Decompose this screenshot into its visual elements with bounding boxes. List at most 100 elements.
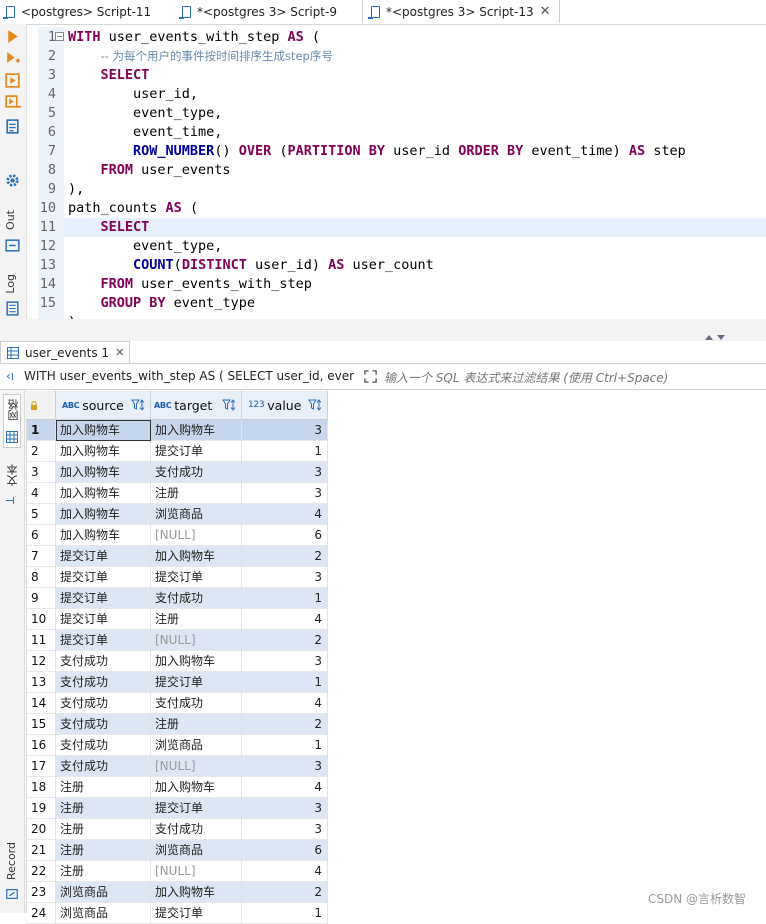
close-tab-icon[interactable]: ✕	[540, 4, 551, 19]
target-cell[interactable]: 注册	[151, 483, 242, 504]
target-cell[interactable]: 浏览商品	[151, 504, 242, 525]
target-cell[interactable]: 支付成功	[151, 588, 242, 609]
row-number-cell[interactable]: 22	[26, 861, 56, 882]
column-filter-sort-icon[interactable]	[131, 398, 145, 412]
value-cell[interactable]: 1	[242, 588, 328, 609]
row-number-cell[interactable]: 10	[26, 609, 56, 630]
source-cell[interactable]: 支付成功	[56, 735, 151, 756]
query-text[interactable]: WITH user_events_with_step AS ( SELECT u…	[24, 369, 354, 383]
row-number-cell[interactable]: 24	[26, 903, 56, 924]
row-number-cell[interactable]: 16	[26, 735, 56, 756]
source-cell[interactable]: 支付成功	[56, 651, 151, 672]
record-icon[interactable]	[5, 887, 19, 901]
source-cell[interactable]: 浏览商品	[56, 903, 151, 924]
target-cell[interactable]: 加入购物车	[151, 651, 242, 672]
source-cell[interactable]: 提交订单	[56, 567, 151, 588]
value-cell[interactable]: 1	[242, 441, 328, 462]
tab-script-9[interactable]: *<postgres 3> Script-9	[179, 0, 337, 23]
target-cell[interactable]: [NULL]	[151, 630, 242, 651]
results-tab[interactable]: user_events 1 ✕	[0, 341, 130, 363]
row-number-cell[interactable]: 2	[26, 441, 56, 462]
execute-statement-icon[interactable]	[4, 28, 21, 45]
value-cell[interactable]: 3	[242, 756, 328, 777]
target-cell[interactable]: 浏览商品	[151, 735, 242, 756]
row-number-cell[interactable]: 14	[26, 693, 56, 714]
log-panel-label[interactable]: Log	[4, 274, 17, 294]
code-line[interactable]: WITH user_events_with_step AS (	[68, 28, 320, 47]
target-cell[interactable]: 加入购物车	[151, 546, 242, 567]
value-cell[interactable]: 3	[242, 462, 328, 483]
target-cell[interactable]: 注册	[151, 609, 242, 630]
row-number-cell[interactable]: 1	[26, 420, 56, 441]
target-cell[interactable]: 提交订单	[151, 441, 242, 462]
execute-in-new-tab-icon[interactable]	[4, 50, 21, 67]
source-cell[interactable]: 加入购物车	[56, 420, 151, 441]
source-cell[interactable]: 加入购物车	[56, 462, 151, 483]
value-cell[interactable]: 2	[242, 630, 328, 651]
code-line[interactable]: FROM user_events	[68, 161, 231, 180]
target-cell[interactable]: [NULL]	[151, 525, 242, 546]
source-cell[interactable]: 支付成功	[56, 714, 151, 735]
source-cell[interactable]: 支付成功	[56, 693, 151, 714]
code-line[interactable]: event_type,	[68, 237, 222, 256]
text-view-tab[interactable]: 文本 T	[3, 460, 21, 510]
output-icon[interactable]	[4, 237, 21, 254]
close-results-tab-icon[interactable]: ✕	[115, 346, 124, 359]
value-cell[interactable]: 4	[242, 609, 328, 630]
row-number-header[interactable]	[26, 391, 56, 420]
row-number-cell[interactable]: 7	[26, 546, 56, 567]
value-cell[interactable]: 4	[242, 861, 328, 882]
target-cell[interactable]: 支付成功	[151, 819, 242, 840]
code-line[interactable]: ROW_NUMBER() OVER (PARTITION BY user_id …	[68, 142, 686, 161]
source-cell[interactable]: 注册	[56, 777, 151, 798]
source-cell[interactable]: 加入购物车	[56, 441, 151, 462]
source-cell[interactable]: 加入购物车	[56, 525, 151, 546]
execute-script-icon[interactable]	[4, 72, 21, 89]
source-cell[interactable]: 提交订单	[56, 588, 151, 609]
value-cell[interactable]: 3	[242, 798, 328, 819]
target-cell[interactable]: [NULL]	[151, 861, 242, 882]
value-cell[interactable]: 4	[242, 504, 328, 525]
code-line[interactable]: SELECT	[68, 66, 150, 85]
target-cell[interactable]: 加入购物车	[151, 777, 242, 798]
row-number-cell[interactable]: 6	[26, 525, 56, 546]
code-line[interactable]: ),	[68, 180, 84, 199]
row-number-cell[interactable]: 3	[26, 462, 56, 483]
grid-view-tab[interactable]: 网格	[3, 394, 21, 448]
value-cell[interactable]: 2	[242, 546, 328, 567]
value-cell[interactable]: 3	[242, 567, 328, 588]
value-cell[interactable]: 4	[242, 693, 328, 714]
fold-toggle-icon[interactable]: −	[55, 32, 64, 41]
value-cell[interactable]: 3	[242, 819, 328, 840]
column-filter-sort-icon[interactable]	[308, 398, 322, 412]
maximize-restore-arrows-icon[interactable]	[704, 333, 726, 341]
output-panel-label[interactable]: Out	[4, 210, 17, 230]
column-filter-sort-icon[interactable]	[222, 398, 236, 412]
filter-input[interactable]	[382, 368, 756, 388]
record-mode-label[interactable]: Record	[5, 842, 18, 880]
target-cell[interactable]: 提交订单	[151, 672, 242, 693]
source-cell[interactable]: 加入购物车	[56, 483, 151, 504]
source-cell[interactable]: 提交订单	[56, 630, 151, 651]
code-line[interactable]: FROM user_events_with_step	[68, 275, 312, 294]
code-line[interactable]: event_type,	[68, 104, 222, 123]
value-cell[interactable]: 2	[242, 882, 328, 903]
row-number-cell[interactable]: 20	[26, 819, 56, 840]
source-cell[interactable]: 注册	[56, 798, 151, 819]
code-line[interactable]: path_counts AS (	[68, 199, 198, 218]
value-cell[interactable]: 6	[242, 840, 328, 861]
tab-script-13[interactable]: *<postgres 3> Script-13 ✕	[362, 0, 560, 23]
tab-script-11[interactable]: <postgres> Script-11	[3, 0, 151, 23]
value-cell[interactable]: 1	[242, 903, 328, 924]
panel-splitter[interactable]	[0, 319, 766, 341]
source-cell[interactable]: 浏览商品	[56, 882, 151, 903]
target-cell[interactable]: [NULL]	[151, 756, 242, 777]
row-number-cell[interactable]: 9	[26, 588, 56, 609]
source-cell[interactable]: 加入购物车	[56, 504, 151, 525]
source-cell[interactable]: 注册	[56, 861, 151, 882]
code-line[interactable]: user_id,	[68, 85, 198, 104]
target-cell[interactable]: 浏览商品	[151, 840, 242, 861]
code-line[interactable]: event_time,	[68, 123, 222, 142]
value-cell[interactable]: 3	[242, 420, 328, 441]
row-number-cell[interactable]: 17	[26, 756, 56, 777]
